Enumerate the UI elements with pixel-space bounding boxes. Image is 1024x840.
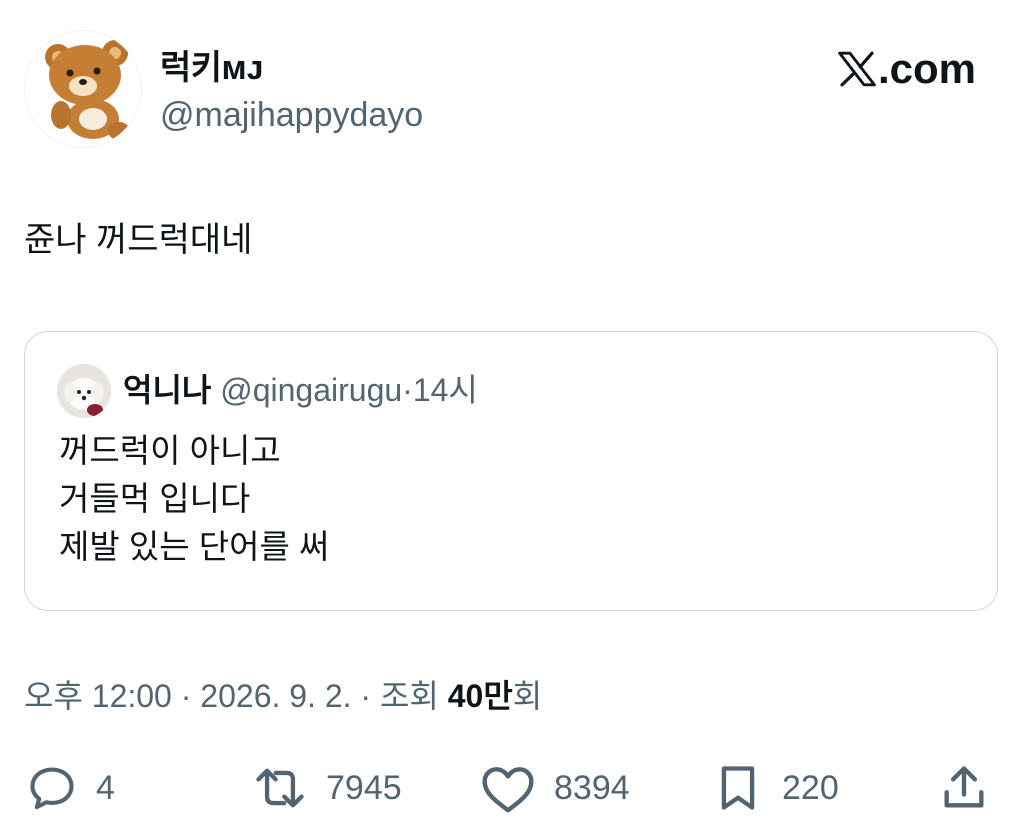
dog-avatar-icon: [57, 364, 111, 418]
retweet-button[interactable]: 7945: [252, 760, 402, 816]
quote-author-name[interactable]: 억니나: [123, 372, 211, 408]
author-display-name[interactable]: 럭키ᴍᴊ: [160, 48, 263, 88]
quote-timestamp[interactable]: 14시: [413, 372, 478, 408]
quote-text-line: 제발 있는 단어를 써: [59, 528, 330, 565]
like-button[interactable]: 8394: [480, 760, 630, 816]
retweet-count: 7945: [326, 768, 402, 807]
views-count: 40만: [447, 678, 513, 714]
tweet-date[interactable]: 2026. 9. 2.: [200, 678, 351, 714]
heart-icon: [482, 767, 534, 813]
reply-icon: [30, 767, 74, 810]
quote-text: 꺼드럭이 아니고 거들먹 입니다 제발 있는 단어를 써: [59, 427, 329, 571]
author-avatar[interactable]: [24, 30, 142, 148]
retweet-icon: [256, 768, 304, 808]
tweet-time[interactable]: 오후 12:00: [24, 678, 172, 714]
reply-count: 4: [96, 768, 115, 807]
share-button[interactable]: [938, 760, 990, 816]
x-com-logo-text: .com: [877, 45, 976, 92]
reply-button[interactable]: 4: [26, 760, 115, 816]
like-count: 8394: [554, 768, 630, 807]
x-logo-icon: [838, 51, 876, 87]
meta-separator: ·: [180, 678, 192, 714]
meta-separator: ·: [360, 678, 372, 714]
quoted-tweet-card[interactable]: 억니나 @qingairugu·14시 꺼드럭이 아니고 거들먹 입니다 제발 …: [24, 331, 998, 611]
quote-author-avatar[interactable]: [57, 364, 111, 418]
views-label: 조회: [379, 678, 439, 714]
bookmark-icon: [721, 766, 755, 810]
quote-text-line: 거들먹 입니다: [59, 480, 251, 517]
bear-avatar-icon: [45, 40, 130, 140]
quote-text-line: 꺼드럭이 아니고: [59, 432, 281, 469]
bookmark-button[interactable]: 220: [712, 760, 839, 816]
x-com-logo: .com: [838, 44, 976, 94]
tweet-meta: 오후 12:00 · 2026. 9. 2. · 조회 40만회: [24, 672, 542, 720]
views-suffix: 회: [512, 678, 543, 714]
share-icon: [944, 766, 984, 808]
tweet-text: 쥰나 꺼드럭대네: [24, 221, 253, 259]
author-handle[interactable]: @majihappydayo: [160, 94, 423, 136]
quote-separator: ·: [402, 372, 413, 408]
quote-author-handle[interactable]: @qingairugu: [220, 372, 402, 408]
bookmark-count: 220: [782, 768, 839, 807]
quote-header: 억니나 @qingairugu·14시: [123, 370, 478, 410]
